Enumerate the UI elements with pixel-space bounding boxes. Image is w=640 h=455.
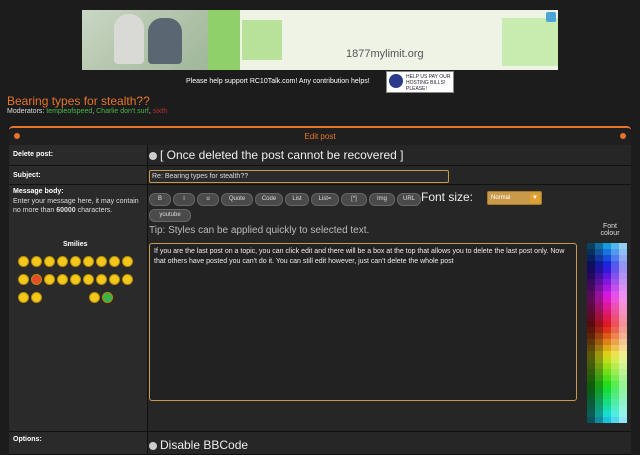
code-button[interactable]: Code — [255, 193, 283, 206]
ad-banner[interactable]: 1877mylimit.org — [82, 10, 558, 70]
moderators-line: Moderators: templeofspeed, Charlie don't… — [7, 108, 168, 115]
panel-title: Edit post — [304, 132, 336, 141]
disable-bbcode-option[interactable]: Disable BBCode — [149, 438, 248, 452]
donate-badge[interactable]: HELP US PAY OUR HOSTING BILLS! PLEASE! — [386, 71, 454, 93]
message-description: Enter your message here, it may contain … — [13, 197, 139, 215]
smiley-icon[interactable] — [31, 256, 42, 267]
bold-button[interactable]: B — [149, 193, 171, 206]
corner-dot-icon — [620, 133, 626, 139]
smiley-icon[interactable] — [122, 256, 133, 267]
smiley-icon[interactable] — [44, 274, 55, 285]
corner-dot-icon — [14, 133, 20, 139]
options-row: Options: Disable BBCode — [9, 432, 631, 455]
subject-label: Subject: — [13, 172, 41, 179]
ad-person — [114, 14, 144, 64]
chevron-down-icon: ▼ — [530, 193, 540, 203]
delete-label: Delete post: — [13, 151, 54, 158]
row-label-cell: Subject: — [9, 166, 148, 184]
smiley-icon[interactable] — [57, 274, 68, 285]
font-colour-label: Font colour — [600, 223, 620, 237]
smiley-icon[interactable] — [57, 256, 68, 267]
youtube-button[interactable]: youtube — [149, 209, 191, 222]
smiley-icon[interactable] — [109, 274, 120, 285]
delete-option[interactable]: [ Once deleted the post cannot be recove… — [149, 148, 404, 162]
support-text: Please help support RC10Talk.com! Any co… — [186, 78, 370, 85]
smiley-icon[interactable] — [70, 274, 81, 285]
ad-url: 1877mylimit.org — [346, 48, 424, 60]
color-swatch[interactable] — [595, 417, 603, 423]
delete-row: Delete post: [ Once deleted the post can… — [9, 145, 631, 166]
smiley-icon[interactable] — [102, 292, 113, 303]
ad-info-icon[interactable] — [546, 12, 556, 22]
donate-badge-text: HELP US PAY OUR HOSTING BILLS! PLEASE! — [406, 74, 451, 92]
moderator-link[interactable]: sixth — [153, 108, 167, 115]
smiley-icon[interactable] — [31, 274, 42, 285]
color-swatch[interactable] — [611, 417, 619, 423]
message-label: Message body: — [13, 188, 64, 195]
font-size-value: Normal — [491, 195, 511, 201]
smiley-icon[interactable] — [70, 256, 81, 267]
subject-input[interactable]: Re: Bearing types for stealth?? — [149, 170, 449, 183]
smilies-title: Smilies — [63, 241, 88, 248]
font-size-select[interactable]: Normal ▼ — [487, 191, 542, 205]
color-swatch[interactable] — [603, 417, 611, 423]
styles-tip: Tip: Styles can be applied quickly to se… — [149, 225, 370, 236]
smiley-icon[interactable] — [44, 256, 55, 267]
message-description-text: characters. — [75, 207, 113, 214]
url-button[interactable]: URL — [397, 193, 421, 206]
list-button[interactable]: List — [285, 193, 309, 206]
ad-decoration — [208, 10, 240, 70]
ad-person — [148, 18, 182, 64]
row-label-cell: Message body: Enter your message here, i… — [9, 185, 148, 431]
moderator-link[interactable]: Charlie don't surf — [96, 108, 149, 115]
delete-text: [ Once deleted the post cannot be recove… — [160, 148, 404, 162]
ad-decoration — [242, 20, 282, 60]
moderator-link[interactable]: templeofspeed — [46, 108, 92, 115]
smiley-icon[interactable] — [31, 292, 42, 303]
page-title[interactable]: Bearing types for stealth?? — [7, 94, 150, 108]
smiley-icon[interactable] — [122, 274, 133, 285]
message-textarea[interactable]: If you are the last post on a topic, you… — [149, 243, 577, 401]
smiley-icon[interactable] — [83, 274, 94, 285]
row-label-cell: Delete post: — [9, 145, 148, 165]
italic-button[interactable]: i — [173, 193, 195, 206]
color-swatch[interactable] — [619, 417, 627, 423]
moderators-label: Moderators: — [7, 108, 45, 115]
disable-bbcode-text: Disable BBCode — [160, 438, 249, 452]
color-palette[interactable] — [587, 243, 627, 423]
font-size-label: Font size: — [421, 190, 474, 204]
list-ordered-button[interactable]: List= — [311, 193, 339, 206]
image-button[interactable]: Img — [369, 193, 395, 206]
message-limit: 60000 — [56, 207, 76, 214]
quote-button[interactable]: Quote — [221, 193, 253, 206]
smiley-icon[interactable] — [18, 256, 29, 267]
underline-button[interactable]: u — [197, 193, 219, 206]
donate-icon — [389, 74, 403, 88]
smiley-icon[interactable] — [96, 274, 107, 285]
smiley-icon[interactable] — [83, 256, 94, 267]
options-label: Options: — [13, 436, 42, 443]
color-swatch[interactable] — [587, 417, 595, 423]
message-row: Message body: Enter your message here, i… — [9, 185, 631, 432]
smiley-icon[interactable] — [89, 292, 100, 303]
delete-checkbox[interactable] — [149, 151, 157, 160]
list-item-button[interactable]: [*] — [341, 193, 367, 206]
panel-header: Edit post — [9, 126, 631, 145]
smiley-icon[interactable] — [18, 292, 29, 303]
ad-decoration — [502, 18, 558, 66]
smilies-grid — [17, 255, 141, 309]
smiley-icon[interactable] — [109, 256, 120, 267]
disable-bbcode-checkbox[interactable] — [149, 441, 157, 450]
smiley-icon[interactable] — [96, 256, 107, 267]
ad-photo — [82, 10, 208, 70]
smiley-icon[interactable] — [18, 274, 29, 285]
subject-row: Subject: Re: Bearing types for stealth?? — [9, 166, 631, 185]
